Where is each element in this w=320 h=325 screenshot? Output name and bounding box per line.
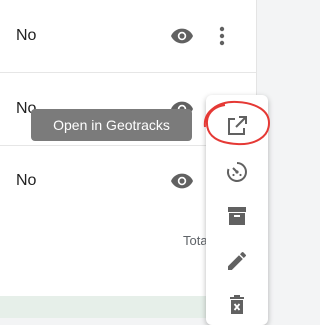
open-in-geotracks-button[interactable] [220, 109, 254, 143]
total-label: Tota [183, 233, 208, 248]
delete-icon [230, 295, 244, 314]
more-vert-icon[interactable] [214, 25, 230, 47]
tooltip: Open in Geotracks [31, 109, 192, 141]
archive-icon [228, 207, 246, 225]
edit-pencil-icon [228, 252, 246, 270]
open-in-new-icon [228, 116, 247, 135]
edit-button[interactable] [220, 244, 254, 278]
row-value: No [16, 27, 37, 44]
row-value: No [16, 172, 37, 189]
table-row: No [0, 0, 256, 73]
speed-dial-icon [227, 162, 247, 182]
speed-dial-button[interactable] [220, 155, 254, 189]
visibility-icon[interactable] [171, 28, 193, 44]
visibility-icon[interactable] [171, 173, 193, 189]
row-actions-menu [206, 95, 268, 325]
delete-button[interactable] [220, 288, 254, 322]
archive-button[interactable] [220, 199, 254, 233]
